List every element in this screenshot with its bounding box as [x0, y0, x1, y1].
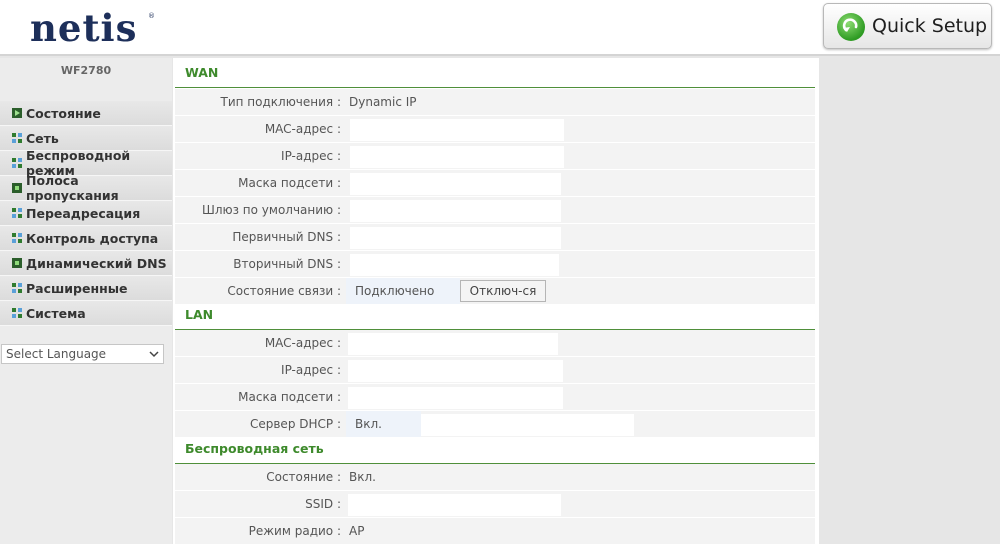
lan-ip-value: [348, 360, 563, 382]
grid-icon: [12, 233, 22, 243]
wan-gateway-row: Шлюз по умолчанию :: [175, 197, 815, 224]
right-panel: [819, 58, 1000, 544]
row-label: Режим радио :: [248, 524, 341, 538]
lan-dhcp-range-value: [421, 414, 634, 436]
wireless-ssid-value: [348, 494, 561, 516]
sidebar-item-label: Расширенные: [26, 280, 128, 296]
wireless-radio-mode-value: AP: [349, 524, 365, 538]
language-select-value: Select Language: [6, 347, 107, 361]
sidebar-item-ddns[interactable]: Динамический DNS: [0, 251, 172, 276]
sidebar-item-label: Полоса пропускания: [26, 173, 119, 203]
row-label: IP-адрес :: [281, 149, 341, 163]
wan-mac-row: MAC-адрес :: [175, 116, 815, 143]
lan-section-title: LAN: [175, 300, 815, 330]
row-label: Состояние :: [266, 470, 341, 484]
status-content: WAN Тип подключения : Dynamic IP MAC-адр…: [173, 58, 819, 544]
wireless-status-row: Состояние : Вкл.: [175, 464, 815, 491]
wan-mask-value: [350, 173, 561, 195]
chevron-down-icon: [149, 351, 159, 358]
wan-mask-row: Маска подсети :: [175, 170, 815, 197]
row-label: Первичный DNS :: [232, 230, 341, 244]
sidebar-item-status[interactable]: Состояние: [0, 101, 172, 126]
wan-dns2-row: Вторичный DNS :: [175, 251, 815, 278]
row-label: Шлюз по умолчанию :: [201, 203, 341, 217]
wireless-radio-mode-row: Режим радио : AP: [175, 518, 815, 544]
sidebar-item-label: Состояние: [26, 105, 101, 121]
row-label: SSID :: [305, 497, 341, 511]
lan-mask-row: Маска подсети :: [175, 384, 815, 411]
wireless-section-title: Беспроводная сеть: [175, 434, 815, 464]
lan-mac-row: MAC-адрес :: [175, 330, 815, 357]
wan-dns1-row: Первичный DNS :: [175, 224, 815, 251]
dot-icon: [12, 258, 22, 268]
grid-icon: [12, 208, 22, 218]
grid-icon: [12, 158, 22, 168]
dot-icon: [12, 183, 22, 193]
grid-icon: [12, 283, 22, 293]
refresh-arrow-icon: [837, 13, 865, 41]
sidebar-menu: Состояние Сеть Беспроводной режим Полоса…: [0, 101, 172, 326]
row-label: Тип подключения :: [220, 95, 342, 109]
quick-setup-label: Quick Setup: [872, 15, 988, 37]
row-label: MAC-адрес :: [264, 336, 341, 350]
netis-logo[interactable]: netis: [30, 6, 137, 50]
lan-mask-value: [348, 387, 563, 409]
wan-mac-value: [350, 119, 564, 141]
sidebar-item-label: Динамический DNS: [26, 255, 167, 271]
wan-ip-row: IP-адрес :: [175, 143, 815, 170]
model-name: WF2780: [60, 64, 112, 77]
sidebar-item-label: Система: [26, 305, 86, 321]
sidebar-item-label: Переадресация: [26, 205, 141, 221]
sidebar-item-bandwidth[interactable]: Полоса пропускания: [0, 173, 172, 203]
sidebar-item-access-control[interactable]: Контроль доступа: [0, 226, 172, 251]
sidebar-item-label: Контроль доступа: [26, 230, 159, 246]
wireless-status-value: Вкл.: [349, 470, 376, 484]
sidebar: WF2780 Состояние Сеть Беспроводной режим…: [0, 58, 172, 544]
wan-dns2-value: [350, 254, 559, 276]
wan-connection-type-value: Dynamic IP: [349, 95, 417, 109]
wan-ip-value: [350, 146, 564, 168]
sidebar-item-system[interactable]: Система: [0, 301, 172, 326]
header: netis ® Quick Setup: [0, 0, 1000, 56]
wireless-ssid-row: SSID :: [175, 491, 815, 518]
wan-dns1-value: [350, 227, 561, 249]
row-label: Вторичный DNS :: [233, 257, 341, 271]
grid-icon: [12, 308, 22, 318]
wan-gateway-value: [350, 200, 561, 222]
row-label: Маска подсети :: [238, 390, 341, 404]
wan-section-title: WAN: [175, 58, 815, 88]
sidebar-item-forwarding[interactable]: Переадресация: [0, 201, 172, 226]
sidebar-item-advanced[interactable]: Расширенные: [0, 276, 172, 301]
row-label: Маска подсети :: [238, 176, 341, 190]
row-label: IP-адрес :: [281, 363, 341, 377]
grid-icon: [12, 133, 22, 143]
language-select[interactable]: Select Language: [1, 344, 164, 364]
lan-mac-value: [348, 333, 558, 355]
row-label: MAC-адрес :: [264, 122, 341, 136]
disconnect-button[interactable]: Отключ-ся: [460, 280, 546, 302]
arrow-icon: [12, 108, 22, 118]
sidebar-item-label: Сеть: [26, 130, 59, 146]
wan-connection-type-row: Тип подключения : Dynamic IP: [175, 89, 815, 116]
quick-setup-button[interactable]: Quick Setup: [823, 3, 992, 49]
logo-trademark: ®: [148, 12, 155, 20]
lan-ip-row: IP-адрес :: [175, 357, 815, 384]
